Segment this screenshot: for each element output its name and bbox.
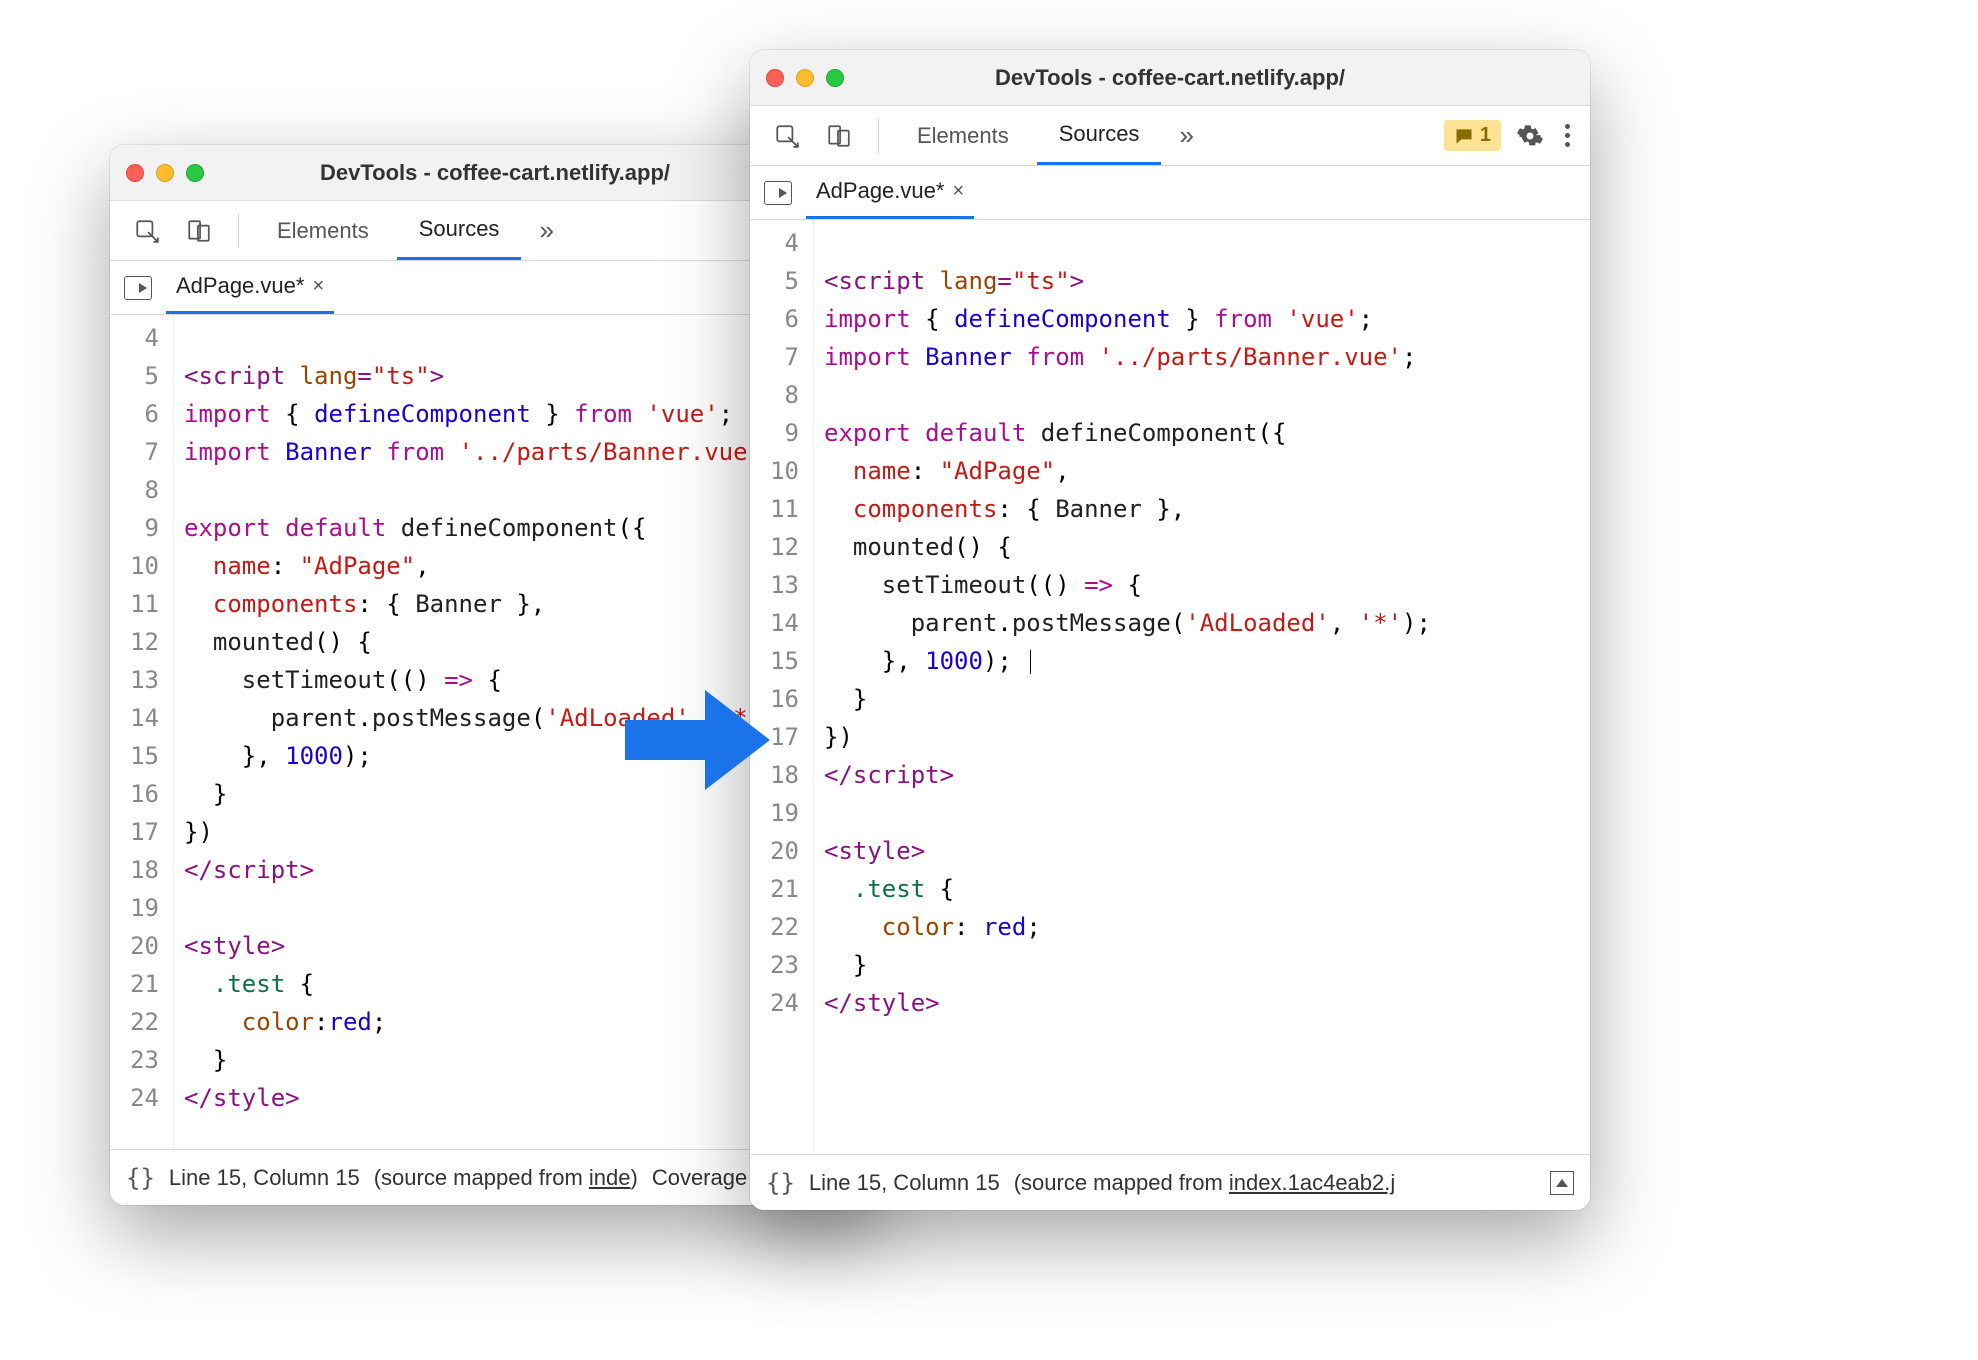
titlebar: DevTools - coffee-cart.netlify.app/ bbox=[750, 50, 1590, 106]
collapse-drawer-icon[interactable] bbox=[1550, 1171, 1574, 1195]
device-toggle-icon[interactable] bbox=[176, 210, 222, 252]
file-tab-adpage[interactable]: AdPage.vue* × bbox=[806, 166, 974, 219]
navigator-toggle-icon[interactable] bbox=[124, 276, 152, 300]
cursor-location: Line 15, Column 15 bbox=[809, 1170, 1000, 1196]
issues-badge[interactable]: 1 bbox=[1444, 120, 1501, 151]
separator bbox=[238, 214, 239, 248]
pretty-print-icon[interactable]: {} bbox=[126, 1164, 155, 1192]
statusbar: {} Line 15, Column 15 (source mapped fro… bbox=[750, 1154, 1590, 1210]
settings-icon[interactable] bbox=[1507, 115, 1553, 157]
source-map-link[interactable]: index.1ac4eab2.j bbox=[1229, 1170, 1395, 1195]
separator bbox=[878, 119, 879, 153]
issues-count: 1 bbox=[1480, 124, 1491, 147]
devtools-window-right: DevTools - coffee-cart.netlify.app/ Elem… bbox=[750, 50, 1590, 1210]
tab-elements[interactable]: Elements bbox=[255, 201, 391, 260]
more-tabs-icon[interactable]: » bbox=[1167, 120, 1205, 151]
gutter: 456789101112131415161718192021222324 bbox=[110, 315, 174, 1149]
zoom-icon[interactable] bbox=[186, 164, 204, 182]
source-map-info: (source mapped from inde) bbox=[374, 1165, 638, 1191]
source-map-link[interactable]: inde bbox=[589, 1165, 631, 1190]
file-tab-label: AdPage.vue* bbox=[176, 273, 304, 299]
close-tab-icon[interactable]: × bbox=[952, 180, 964, 203]
minimize-icon[interactable] bbox=[156, 164, 174, 182]
coverage-label[interactable]: Coverage bbox=[652, 1165, 747, 1191]
main-toolbar: Elements Sources » 1 bbox=[750, 106, 1590, 166]
close-tab-icon[interactable]: × bbox=[312, 275, 324, 298]
traffic-lights bbox=[126, 164, 204, 182]
tab-sources[interactable]: Sources bbox=[397, 201, 522, 260]
inspect-icon[interactable] bbox=[764, 115, 810, 157]
device-toggle-icon[interactable] bbox=[816, 115, 862, 157]
more-tabs-icon[interactable]: » bbox=[527, 215, 565, 246]
source-map-info: (source mapped from index.1ac4eab2.j bbox=[1014, 1170, 1396, 1196]
close-icon[interactable] bbox=[766, 69, 784, 87]
minimize-icon[interactable] bbox=[796, 69, 814, 87]
file-tab-label: AdPage.vue* bbox=[816, 178, 944, 204]
file-tab-adpage[interactable]: AdPage.vue* × bbox=[166, 261, 334, 314]
pretty-print-icon[interactable]: {} bbox=[766, 1169, 795, 1197]
traffic-lights bbox=[766, 69, 844, 87]
zoom-icon[interactable] bbox=[826, 69, 844, 87]
kebab-menu-icon[interactable] bbox=[1559, 124, 1576, 147]
tab-sources[interactable]: Sources bbox=[1037, 106, 1162, 165]
file-tabs: AdPage.vue* × bbox=[750, 166, 1590, 220]
navigator-toggle-icon[interactable] bbox=[764, 181, 792, 205]
code-body[interactable]: <script lang="ts">import { defineCompone… bbox=[814, 220, 1590, 1154]
close-icon[interactable] bbox=[126, 164, 144, 182]
inspect-icon[interactable] bbox=[124, 210, 170, 252]
arrow-icon bbox=[615, 680, 775, 800]
code-editor[interactable]: 456789101112131415161718192021222324 <sc… bbox=[750, 220, 1590, 1154]
cursor-location: Line 15, Column 15 bbox=[169, 1165, 360, 1191]
tab-elements[interactable]: Elements bbox=[895, 106, 1031, 165]
window-title: DevTools - coffee-cart.netlify.app/ bbox=[750, 65, 1590, 91]
